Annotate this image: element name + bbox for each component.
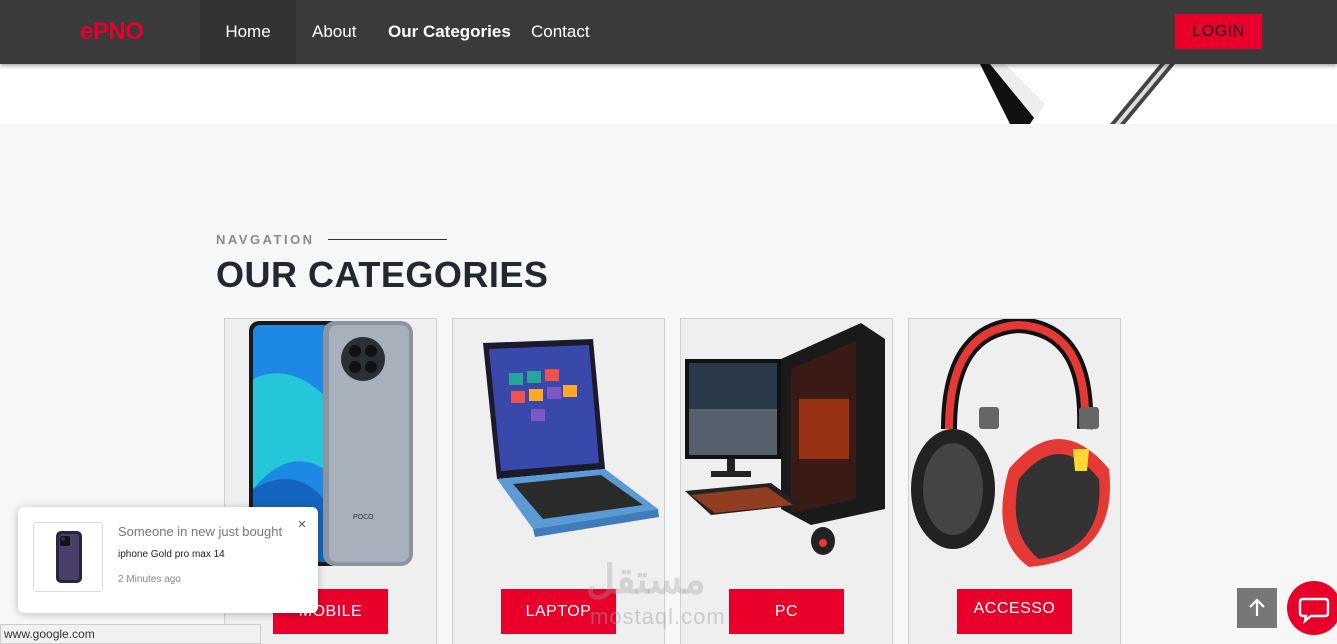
- desktop-pc-image: [681, 319, 892, 569]
- notification-product[interactable]: iphone Gold pro max 14: [118, 549, 225, 560]
- svg-text:POCO: POCO: [353, 514, 374, 521]
- purchase-notification: Someone in new just bought iphone Gold p…: [18, 507, 318, 613]
- notification-title: Someone in new just bought: [118, 524, 283, 539]
- scroll-to-top-button[interactable]: [1237, 588, 1277, 628]
- nav-link-categories[interactable]: Our Categories: [372, 0, 527, 64]
- hero-banner: [0, 64, 1337, 124]
- notification-time: 2 Minutes ago: [118, 574, 181, 585]
- eyebrow-divider: [328, 239, 447, 240]
- watermark-logo: مستقل: [586, 558, 706, 602]
- brand-logo[interactable]: ePNO: [80, 18, 144, 46]
- chat-bubble-icon: [1298, 597, 1330, 625]
- section-heading: OUR CATEGORIES: [216, 254, 549, 295]
- hero-device-image: [980, 64, 1175, 124]
- category-card-pc[interactable]: PC: [680, 318, 893, 644]
- section-eyebrow: NAVGATION: [216, 232, 315, 247]
- close-icon[interactable]: ×: [294, 516, 310, 533]
- nav-link-contact[interactable]: Contact: [515, 0, 606, 64]
- product-thumbnail[interactable]: [33, 522, 103, 592]
- laptop-image: [453, 319, 664, 569]
- category-button-pc[interactable]: PC: [729, 589, 844, 634]
- browser-status-url: www.google.com: [0, 624, 261, 644]
- navbar: ePNO Home About Our Categories Contact L…: [0, 0, 1337, 64]
- nav-link-about[interactable]: About: [296, 0, 372, 64]
- headphones-image: [909, 319, 1120, 569]
- nav-link-home[interactable]: Home: [200, 0, 296, 64]
- chat-button[interactable]: [1287, 581, 1337, 635]
- category-button-accessories[interactable]: ACCESSO: [957, 589, 1072, 634]
- category-card-accessories[interactable]: ACCESSO: [908, 318, 1121, 644]
- arrow-up-icon: [1249, 598, 1265, 616]
- watermark-text: mostaql.com: [590, 604, 726, 629]
- login-button[interactable]: LOGIN: [1175, 14, 1262, 49]
